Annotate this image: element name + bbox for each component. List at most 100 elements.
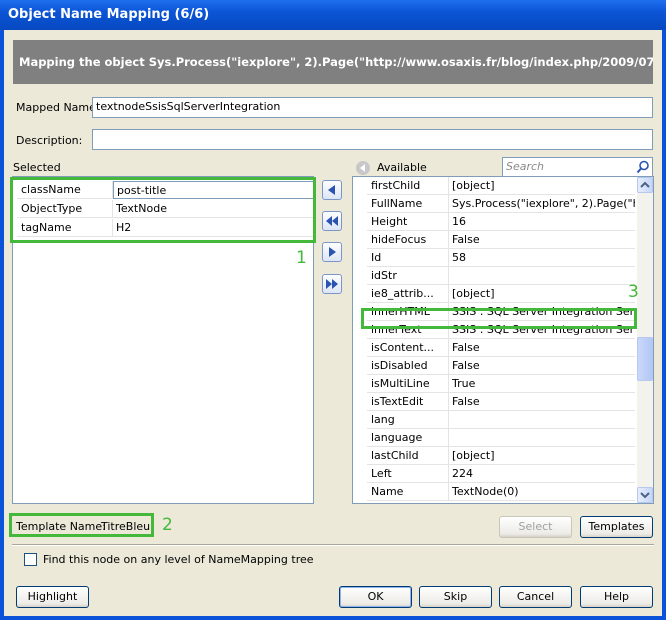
search-placeholder: Search <box>506 160 545 173</box>
property-name: Left <box>367 465 449 483</box>
property-name: language <box>367 429 449 447</box>
property-value <box>449 267 635 285</box>
property-value <box>449 429 635 447</box>
help-button-label: Help <box>603 590 630 603</box>
template-name-value: TitreBleu <box>101 520 151 533</box>
property-row[interactable]: idStr <box>367 267 635 285</box>
property-row[interactable]: isDisabled False <box>367 357 635 375</box>
ok-button[interactable]: OK <box>339 586 412 608</box>
available-label: Available <box>377 161 427 174</box>
ok-button-label: OK <box>367 590 384 603</box>
scroll-up-button[interactable] <box>637 177 653 193</box>
move-left-button[interactable] <box>322 180 342 200</box>
scroll-down-button[interactable] <box>637 487 653 503</box>
arrow-left-icon <box>328 185 335 195</box>
title-bar[interactable]: Object Name Mapping (6/6) <box>0 0 666 30</box>
dialog-body: Mapping the object Sys.Process("iexplore… <box>4 30 662 616</box>
help-button[interactable]: Help <box>580 586 653 608</box>
description-input[interactable] <box>92 129 653 150</box>
templates-button[interactable]: Templates <box>580 516 653 538</box>
property-name: isContent... <box>367 339 449 357</box>
banner-text: Mapping the object Sys.Process("iexplore… <box>19 55 653 69</box>
double-arrow-left-icon <box>326 216 338 226</box>
highlight-button[interactable]: Highlight <box>16 586 89 608</box>
move-all-left-button[interactable] <box>322 211 342 231</box>
move-right-button[interactable] <box>322 242 342 262</box>
property-row[interactable]: Name TextNode(0) <box>367 483 635 501</box>
marker-1: 1 <box>296 248 307 268</box>
cancel-button-label: Cancel <box>516 590 555 603</box>
property-row[interactable]: ie8_attrib... [object] <box>367 285 635 303</box>
double-arrow-right-icon <box>326 279 338 289</box>
property-value: False <box>449 357 635 375</box>
property-row[interactable]: hideFocus False <box>367 231 635 249</box>
property-row[interactable]: lang <box>367 411 635 429</box>
property-value: Sys.Process("iexplore", 2).Page("h... <box>449 195 635 213</box>
cancel-button[interactable]: Cancel <box>499 586 572 608</box>
available-properties-list[interactable]: firstChild [object] FullName Sys.Process("i… <box>352 176 654 504</box>
property-value: TextNode(0) <box>449 483 635 501</box>
property-value <box>449 411 635 429</box>
highlight-button-label: Highlight <box>27 590 78 603</box>
property-row[interactable]: firstChild [object] <box>367 177 635 195</box>
search-input[interactable]: Search <box>502 157 653 177</box>
property-name: Id <box>367 249 449 267</box>
mapping-banner: Mapping the object Sys.Process("iexplore… <box>13 40 653 84</box>
scroll-thumb[interactable] <box>637 337 653 381</box>
find-anywhere-checkbox[interactable] <box>24 553 37 566</box>
property-name: isDisabled <box>367 357 449 375</box>
mapped-name-input[interactable]: textnodeSsisSqlServerIntegration <box>92 97 653 118</box>
property-name: Name <box>367 483 449 501</box>
property-name: hideFocus <box>367 231 449 249</box>
mapped-name-label: Mapped Name: <box>16 101 100 114</box>
property-value: [object] <box>449 285 635 303</box>
property-name: isTextEdit <box>367 393 449 411</box>
marker-2: 2 <box>162 515 173 535</box>
dialog-window: Object Name Mapping (6/6) Mapping the ob… <box>0 0 666 620</box>
skip-button[interactable]: Skip <box>419 586 492 608</box>
separator <box>12 544 654 546</box>
arrow-right-icon <box>329 247 336 257</box>
property-row[interactable]: FullName Sys.Process("iexplore", 2).Page(… <box>367 195 635 213</box>
property-row[interactable]: language <box>367 429 635 447</box>
highlight-box-3 <box>361 308 637 329</box>
property-row[interactable]: Height 16 <box>367 213 635 231</box>
property-value: [object] <box>449 447 635 465</box>
select-button-label: Select <box>518 520 553 533</box>
property-value: 224 <box>449 465 635 483</box>
property-row[interactable]: isContent... False <box>367 339 635 357</box>
marker-3: 3 <box>628 282 639 302</box>
property-row[interactable]: Left 224 <box>367 465 635 483</box>
property-value: True <box>449 375 635 393</box>
search-icon[interactable] <box>636 160 650 174</box>
window-title: Object Name Mapping (6/6) <box>8 7 210 22</box>
property-name: lang <box>367 411 449 429</box>
property-row[interactable]: lastChild [object] <box>367 447 635 465</box>
property-name: idStr <box>367 267 449 285</box>
property-name: firstChild <box>367 177 449 195</box>
mapped-name-value: textnodeSsisSqlServerIntegration <box>96 100 281 113</box>
back-icon[interactable] <box>355 160 371 176</box>
property-name: lastChild <box>367 447 449 465</box>
property-value: False <box>449 339 635 357</box>
available-scrollbar[interactable] <box>637 177 653 503</box>
find-anywhere-label: Find this node on any level of NameMappi… <box>43 553 314 566</box>
template-name-label: Template Name: <box>16 520 106 533</box>
property-name: ie8_attrib... <box>367 285 449 303</box>
description-label: Description: <box>16 134 83 147</box>
chevron-up-icon <box>640 181 650 188</box>
property-value: False <box>449 231 635 249</box>
property-value: 58 <box>449 249 635 267</box>
highlight-box-1 <box>10 177 316 243</box>
templates-button-label: Templates <box>588 520 645 533</box>
move-all-right-button[interactable] <box>322 274 342 294</box>
property-value: False <box>449 393 635 411</box>
property-row[interactable]: isMultiLine True <box>367 375 635 393</box>
chevron-down-icon <box>640 492 650 499</box>
property-row[interactable]: Id 58 <box>367 249 635 267</box>
property-name: Height <box>367 213 449 231</box>
property-row[interactable]: isTextEdit False <box>367 393 635 411</box>
select-button[interactable]: Select <box>499 516 572 538</box>
selected-label: Selected <box>13 161 61 174</box>
property-value: 16 <box>449 213 635 231</box>
